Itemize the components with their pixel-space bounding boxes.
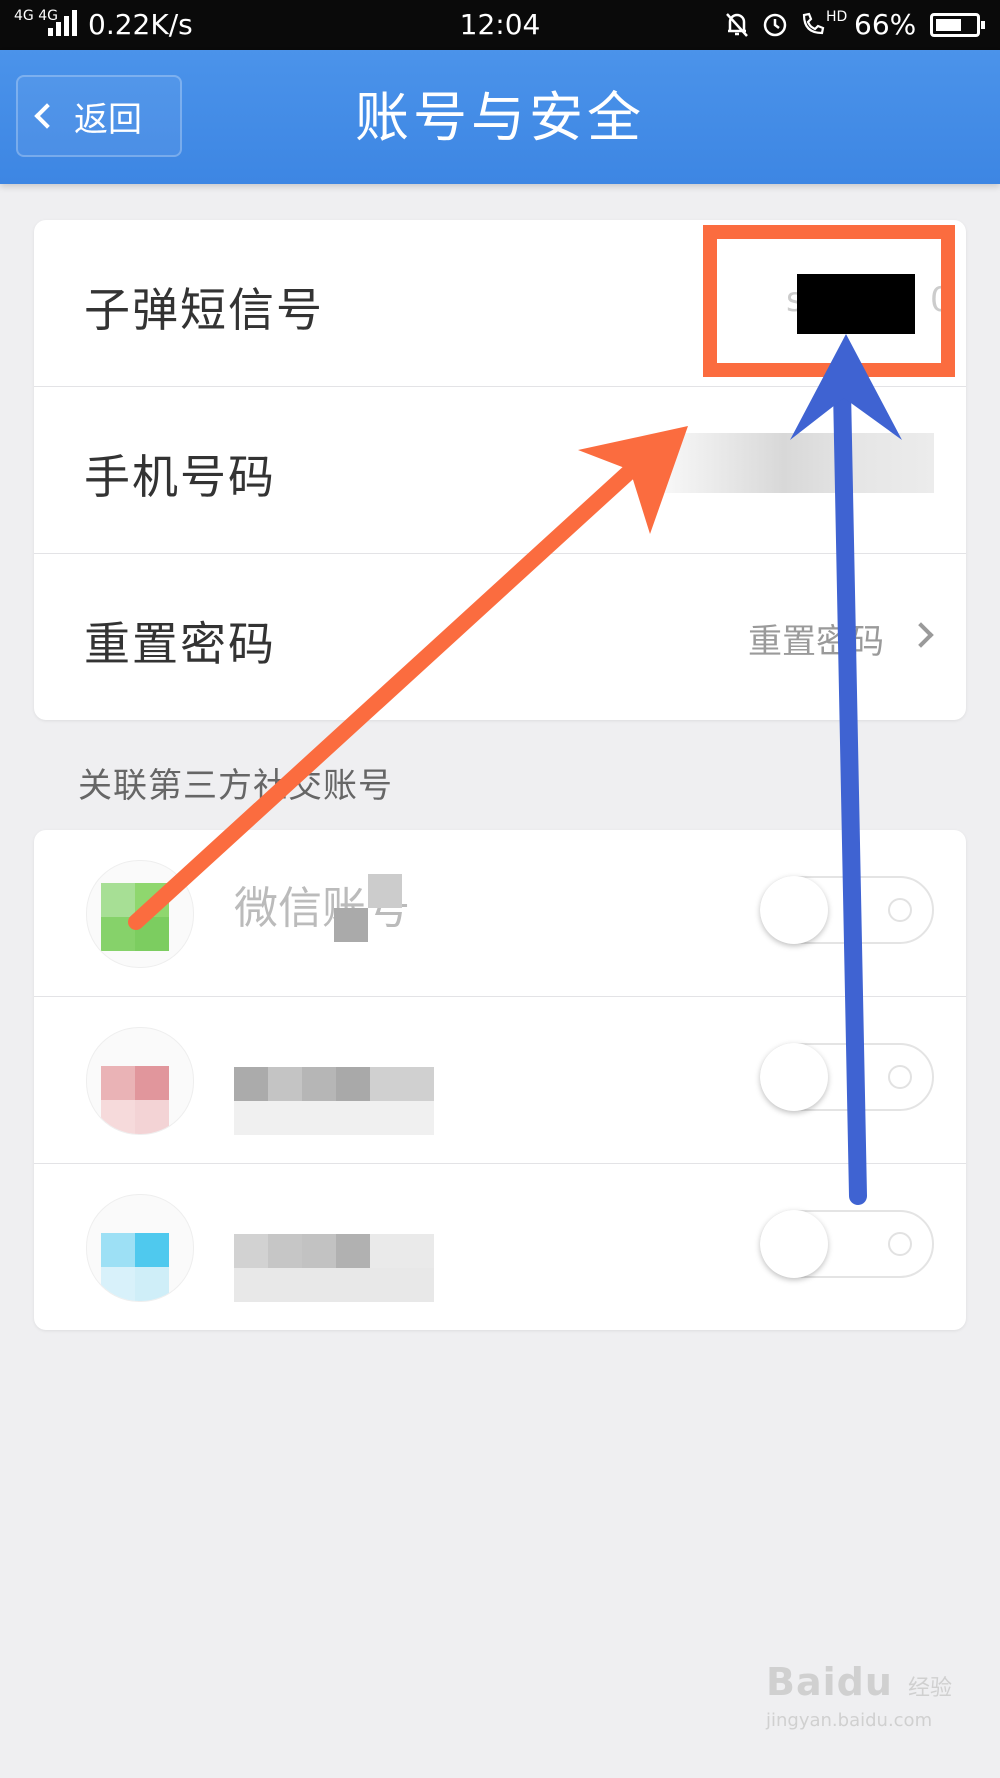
weibo-icon [86, 1027, 194, 1135]
pixelation [370, 1067, 434, 1101]
social-accounts-card: 微信账号 [34, 830, 966, 1330]
chevron-right-icon [908, 622, 934, 648]
qq-icon [86, 1194, 194, 1302]
reset-password-label: 重置密码 [84, 617, 276, 671]
app-header: 返回 账号与安全 [0, 50, 1000, 184]
phone-row[interactable]: 手机号码 [34, 387, 966, 554]
pixelation [302, 1234, 336, 1268]
phone-label: 手机号码 [84, 450, 276, 504]
pixelation [370, 1234, 434, 1268]
weibo-toggle[interactable] [760, 1043, 934, 1111]
hd-label: HD [826, 9, 848, 25]
watermark-sub: 经验 [907, 1676, 952, 1701]
social-row-weibo[interactable] [34, 997, 966, 1164]
hd-call-icon: HD [798, 9, 847, 39]
battery-percent: 66% [854, 8, 917, 41]
social-row-qq[interactable] [34, 1164, 966, 1330]
pixelation [368, 874, 402, 908]
pixelation [334, 908, 368, 942]
wechat-icon [86, 860, 194, 968]
page-title: 账号与安全 [355, 86, 645, 149]
pixelation [336, 1234, 370, 1268]
pixelation [234, 1234, 268, 1268]
pixelation [234, 1268, 434, 1302]
watermark-url: jingyan.baidu.com [766, 1710, 933, 1731]
bullet-id-value-end: 0 [930, 280, 952, 320]
bullet-id-label: 子弹短信号 [84, 283, 324, 337]
watermark-brand: Baidu [766, 1660, 893, 1704]
social-row-wechat[interactable]: 微信账号 [34, 830, 966, 997]
status-icons: HD [722, 9, 847, 39]
status-bar: 4G 4G 0.22K/s 12:04 HD 66% [0, 0, 1000, 50]
baidu-watermark: Baidu 经验 jingyan.baidu.com [766, 1660, 952, 1731]
pixelation [268, 1067, 302, 1101]
silent-bell-icon [726, 13, 748, 37]
alarm-icon [763, 13, 787, 37]
reset-password-row[interactable]: 重置密码 重置密码 [34, 554, 966, 720]
phone-value-blurred [634, 433, 934, 493]
pixelation [302, 1067, 336, 1101]
pixelation [268, 1234, 302, 1268]
battery-fill [936, 19, 961, 31]
wechat-toggle[interactable] [760, 876, 934, 944]
pixelation [234, 1067, 268, 1101]
redaction-block [797, 274, 915, 334]
reset-password-value: 重置密码 [748, 622, 884, 662]
qq-toggle[interactable] [760, 1210, 934, 1278]
clock: 12:04 [459, 8, 541, 41]
social-section-label: 关联第三方社交账号 [78, 766, 393, 806]
pixelation [234, 1101, 434, 1135]
battery-icon [930, 13, 985, 37]
pixelation [336, 1067, 370, 1101]
